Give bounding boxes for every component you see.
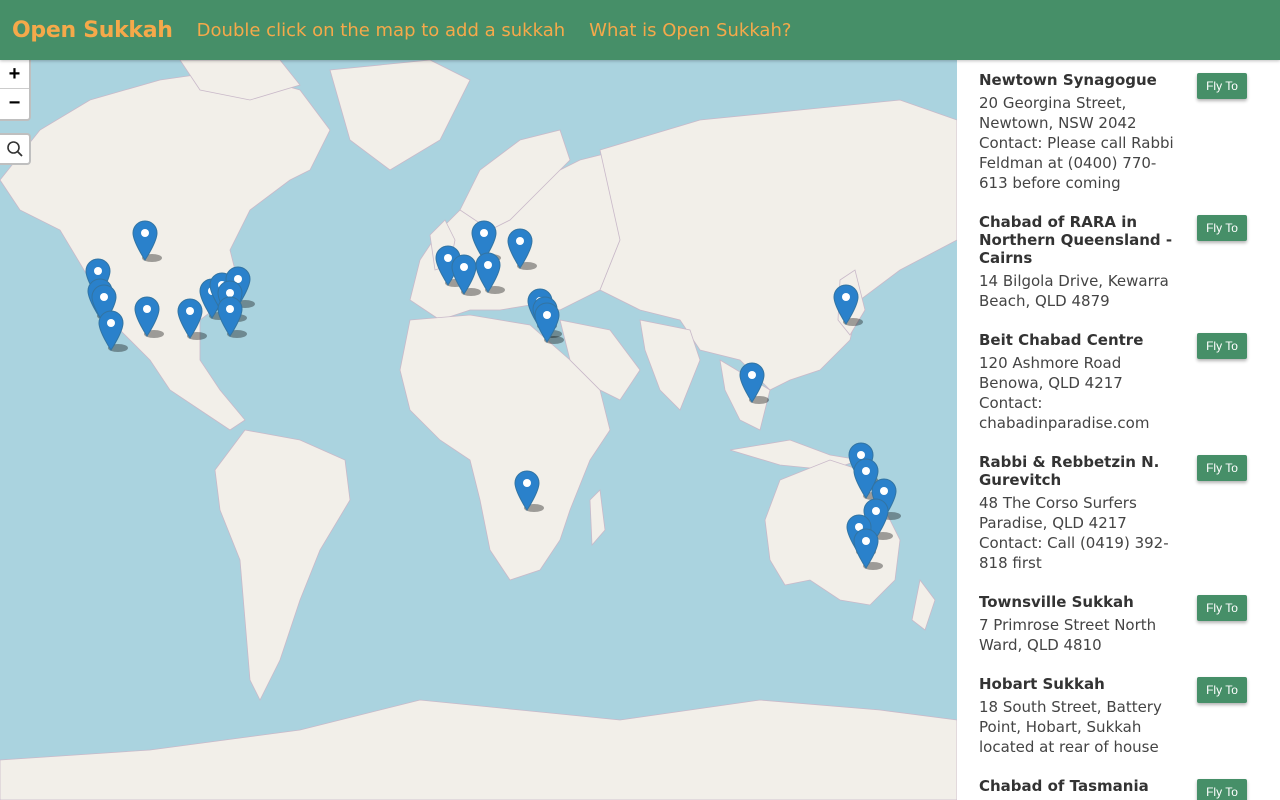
fly-to-button[interactable]: Fly To <box>1197 73 1247 99</box>
sukkah-marker[interactable] <box>833 284 863 326</box>
list-item: Chabad of RARA in Northern Queensland - … <box>979 213 1259 311</box>
entry-title: Chabad of Tasmania <box>979 777 1149 795</box>
entry-address: 48 The Corso Surfers Paradise, QLD 4217 … <box>979 494 1169 572</box>
fly-to-button[interactable]: Fly To <box>1197 215 1247 241</box>
search-icon <box>6 141 23 157</box>
fly-to-button[interactable]: Fly To <box>1197 333 1247 359</box>
list-item: Townsville Sukkah 7 Primrose Street Nort… <box>979 593 1259 655</box>
map-search-button[interactable] <box>0 133 31 165</box>
entry-title: Townsville Sukkah <box>979 593 1134 611</box>
list-item: Newtown Synagogue 20 Georgina Street, Ne… <box>979 71 1259 193</box>
sukkah-marker[interactable] <box>134 296 164 338</box>
list-item: Chabad of Tasmania Fly To <box>979 777 1259 800</box>
sukkah-marker[interactable] <box>739 362 769 404</box>
zoom-out-button[interactable]: − <box>0 89 29 118</box>
entry-title: Beit Chabad Centre <box>979 331 1144 349</box>
sukkah-marker[interactable] <box>534 302 564 344</box>
sukkah-marker[interactable] <box>98 310 128 352</box>
list-item: Hobart Sukkah 18 South Street, Battery P… <box>979 675 1259 757</box>
add-sukkah-hint-link[interactable]: Double click on the map to add a sukkah <box>197 20 565 41</box>
sukkah-marker[interactable] <box>514 470 544 512</box>
fly-to-button[interactable]: Fly To <box>1197 677 1247 703</box>
about-link[interactable]: What is Open Sukkah? <box>589 20 791 41</box>
fly-to-button[interactable]: Fly To <box>1197 779 1247 800</box>
brand-logo[interactable]: Open Sukkah <box>12 18 173 43</box>
fly-to-button[interactable]: Fly To <box>1197 595 1247 621</box>
entry-title: Rabbi & Rebbetzin N. Gurevitch <box>979 453 1160 489</box>
fly-to-button[interactable]: Fly To <box>1197 455 1247 481</box>
navbar: Open Sukkah Double click on the map to a… <box>0 0 1280 60</box>
sukkah-list: Newtown Synagogue 20 Georgina Street, Ne… <box>957 60 1280 800</box>
list-item: Beit Chabad Centre 120 Ashmore Road Beno… <box>979 331 1259 433</box>
zoom-in-button[interactable]: + <box>0 60 29 89</box>
entry-address: 7 Primrose Street North Ward, QLD 4810 <box>979 616 1157 654</box>
sukkah-marker[interactable] <box>853 528 883 570</box>
entry-address: 20 Georgina Street, Newtown, NSW 2042 Co… <box>979 94 1174 192</box>
list-item: Rabbi & Rebbetzin N. Gurevitch 48 The Co… <box>979 453 1259 573</box>
sukkah-marker[interactable] <box>217 296 247 338</box>
entry-address: 120 Ashmore Road Benowa, QLD 4217 Contac… <box>979 354 1150 432</box>
sukkah-marker[interactable] <box>475 252 505 294</box>
entry-title: Newtown Synagogue <box>979 71 1157 89</box>
sukkah-marker[interactable] <box>507 228 537 270</box>
entry-title: Chabad of RARA in Northern Queensland - … <box>979 213 1173 267</box>
entry-address: 18 South Street, Battery Point, Hobart, … <box>979 698 1162 756</box>
entry-address: 14 Bilgola Drive, Kewarra Beach, QLD 487… <box>979 272 1169 310</box>
map-tiles <box>0 60 957 800</box>
zoom-control: + − <box>0 60 31 121</box>
sukkah-marker[interactable] <box>132 220 162 262</box>
entry-title: Hobart Sukkah <box>979 675 1105 693</box>
world-map[interactable]: + − <box>0 60 957 800</box>
